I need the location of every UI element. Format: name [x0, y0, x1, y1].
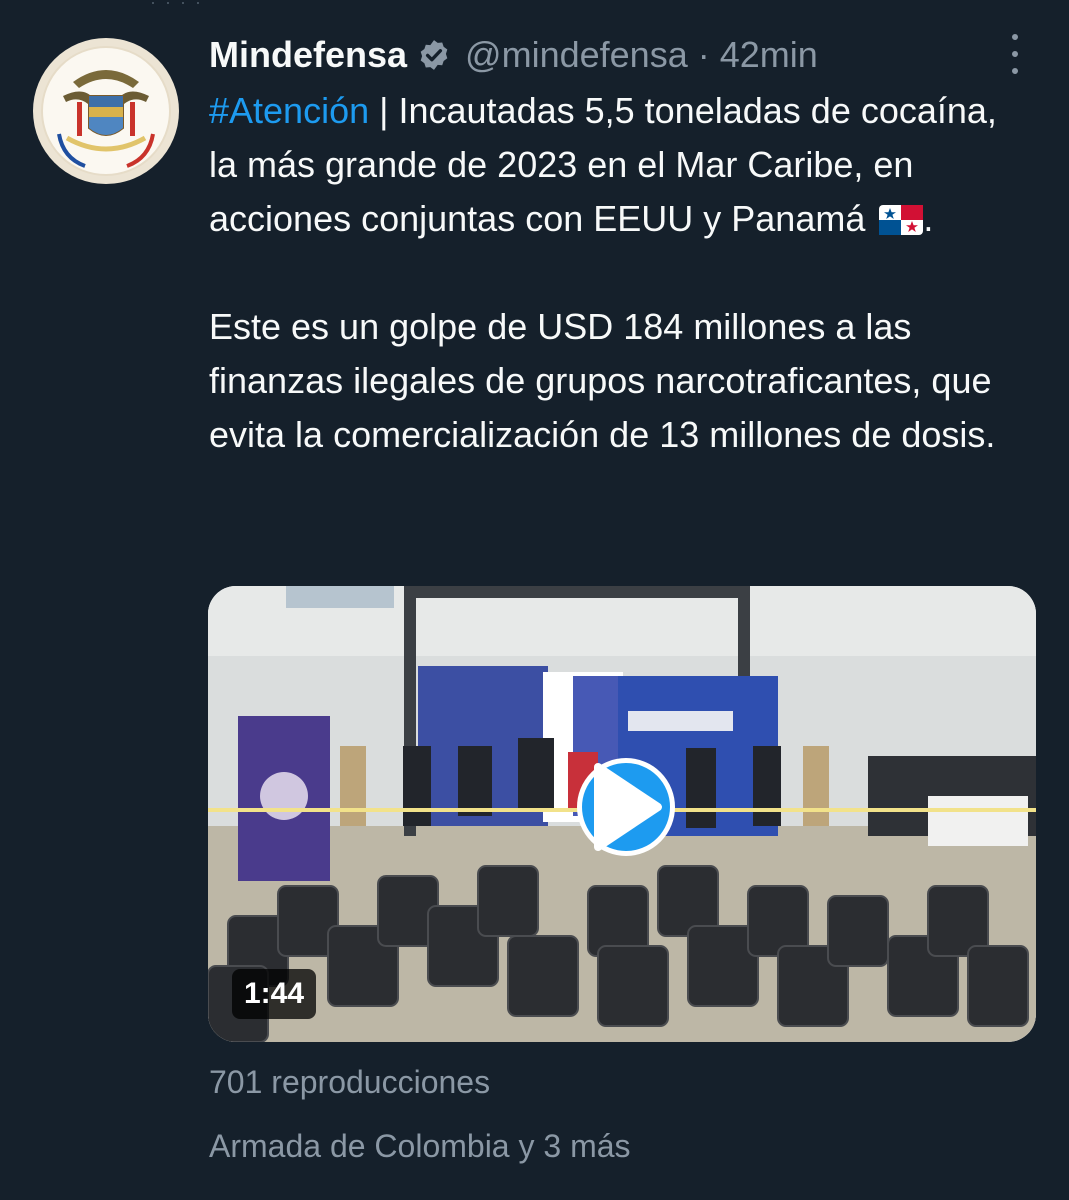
paragraph-1-end: . [923, 198, 934, 239]
verified-badge-icon [420, 40, 448, 70]
header-separator: · [697, 34, 710, 75]
tweet-paragraph-2: Este es un golpe de USD 184 millones a l… [209, 306, 996, 455]
hashtag-link[interactable]: #Atención [209, 90, 369, 131]
previous-tweet-remnant: · · · · [150, 0, 203, 12]
more-dot [1012, 68, 1018, 74]
more-dot [1012, 34, 1018, 40]
more-dot [1012, 51, 1018, 57]
view-count: 701 reproducciones [209, 1064, 491, 1100]
panama-flag-icon [879, 205, 924, 235]
avatar[interactable] [33, 38, 179, 184]
more-options-icon[interactable] [1000, 34, 1030, 74]
tweet-text: #Atención | Incautadas 5,5 toneladas de … [209, 84, 1029, 462]
author-handle[interactable]: @mindefensa [465, 34, 688, 76]
video-duration-badge: 1:44 [232, 969, 317, 1019]
play-icon [594, 763, 662, 851]
tweet-header: Mindefensa @mindefensa · 42min [209, 30, 999, 80]
tagged-accounts-link[interactable]: Armada de Colombia y 3 más [209, 1128, 631, 1165]
coat-of-arms-icon [41, 46, 171, 176]
author-name[interactable]: Mindefensa [209, 34, 407, 76]
tweet-timestamp[interactable]: 42min [720, 34, 818, 76]
tweet-paragraph-1: #Atención | Incautadas 5,5 toneladas de … [209, 84, 1029, 246]
play-button[interactable] [577, 758, 675, 856]
video-player[interactable] [208, 586, 1036, 1042]
